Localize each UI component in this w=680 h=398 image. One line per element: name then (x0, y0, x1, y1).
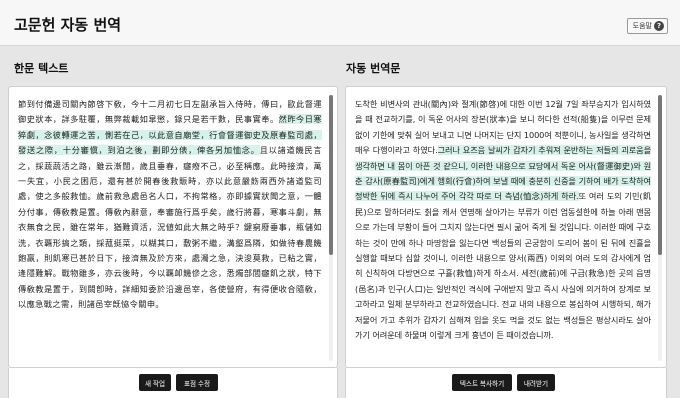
new-task-button[interactable]: 새 작업 (139, 374, 171, 391)
source-text-after: 且以諸道饑民言之，採蔬蔬活之路，雖云漸闊，歲且垂春，癰癈不己，必至稱應。此時接濟… (18, 145, 322, 310)
translation-text[interactable]: 도착한 비변사의 관내(關內)와 절계(節啓)에 대한 이번 12월 7일 좌부… (355, 97, 651, 355)
copy-text-button[interactable]: 텍스트 복사하기 (452, 374, 512, 391)
help-label: 도움말 (632, 22, 652, 30)
source-scroll-thumb[interactable] (329, 95, 333, 255)
help-button[interactable]: 도움말 ? (626, 18, 668, 34)
translation-scroll-thumb[interactable] (658, 95, 662, 255)
translation-scrollbar[interactable] (658, 95, 662, 361)
download-button[interactable]: 내려받기 (517, 374, 555, 391)
source-scrollbar[interactable] (329, 95, 333, 361)
source-text-before: 節到付備邊司關內節啓下敎，今十二月初七日左副承旨入侍時，傳曰，歐此督運御史狀本，… (18, 99, 322, 125)
source-text[interactable]: 節到付備邊司關內節啓下敎，今十二月初七日左副承旨入侍時，傳曰，歐此督運御史狀本，… (18, 97, 322, 355)
source-button-bar: 새 작업 표점 수정 (8, 368, 338, 398)
translation-text-after: 또 여러 도의 기민(飢民)으로 말하더라도 칡을 캐서 연명해 살아가는 부류… (355, 191, 651, 341)
edit-text-button[interactable]: 표점 수정 (176, 374, 218, 391)
app-title: 고문헌 자동 번역 (14, 16, 122, 34)
source-panel-title: 한문 텍스트 (14, 62, 69, 75)
app-header: 고문헌 자동 번역 도움말 ? (0, 0, 680, 46)
translation-panel-title: 자동 번역문 (346, 62, 401, 75)
translation-button-bar: 텍스트 복사하기 내려받기 (345, 368, 667, 398)
source-text-panel[interactable]: 節到付備邊司關內節啓下敎，今十二月初七日左副承旨入侍時，傳曰，歐此督運御史狀本，… (8, 86, 338, 368)
translation-text-panel[interactable]: 도착한 비변사의 관내(關內)와 절계(節啓)에 대한 이번 12월 7일 좌부… (345, 86, 667, 368)
question-icon: ? (654, 21, 664, 31)
